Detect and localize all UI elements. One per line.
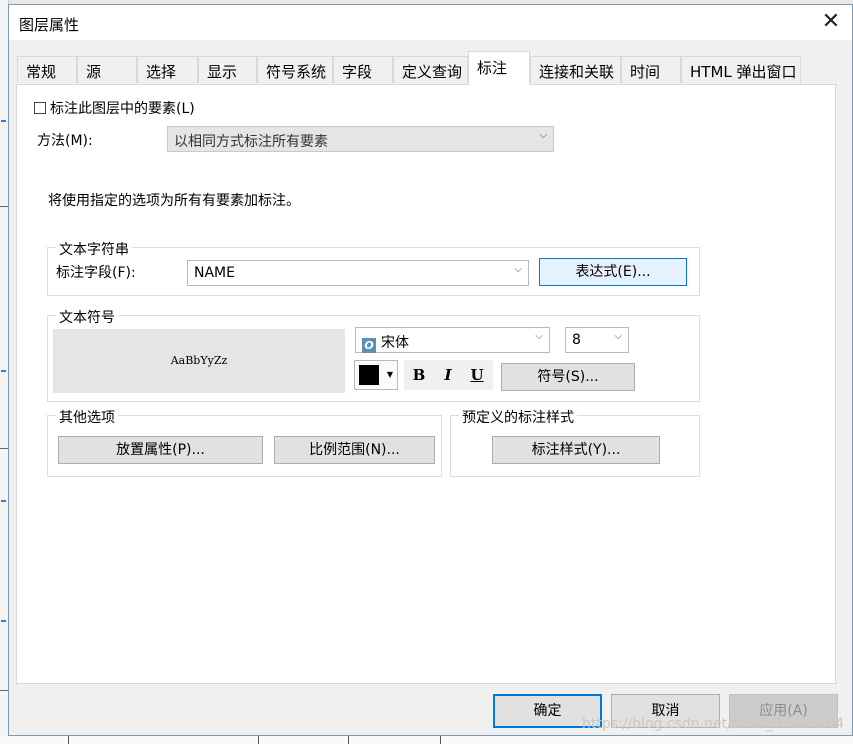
placement-properties-button[interactable]: 放置属性(P)... [58,436,263,464]
map-gridline [348,736,349,744]
map-gridline [258,736,259,744]
tab-display[interactable]: 显示 [198,56,257,83]
label-styles-button[interactable]: 标注样式(Y)... [492,436,660,464]
ruler-tick [0,206,8,207]
tab-definition-query[interactable]: 定义查询 [393,56,468,83]
symbol-preview: AaBbYyZz [53,329,345,393]
map-gridline [440,736,441,744]
title-bar: 图层属性 ✕ [9,5,852,40]
info-text: 将使用指定的选项为所有有要素加标注。 [48,193,300,209]
font-type-icon: O [362,338,376,353]
label-features-checkbox-label: 标注此图层中的要素(L) [50,101,195,117]
expression-button[interactable]: 表达式(E)... [539,258,687,286]
labels-panel: 标注此图层中的要素(L) 方法(M): 以相同方式标注所有要素 ⌵ 将使用指定的… [16,84,836,684]
method-dropdown[interactable]: 以相同方式标注所有要素 ⌵ [167,126,554,152]
italic-button[interactable]: I [437,364,459,386]
other-options-group-title: 其他选项 [56,407,118,427]
other-options-group: 其他选项 放置属性(P)... 比例范围(N)... [47,407,442,477]
tab-fields[interactable]: 字段 [333,56,393,83]
dialog-title: 图层属性 [19,16,80,34]
close-icon[interactable]: ✕ [816,8,846,36]
map-feature [1,370,6,372]
method-label: 方法(M): [37,133,93,149]
checkbox-box[interactable] [34,102,46,114]
underline-button[interactable]: U [466,364,488,386]
label-field-label: 标注字段(F): [56,265,136,281]
label-features-checkbox[interactable]: 标注此图层中的要素(L) [34,98,195,118]
text-symbol-group-title: 文本符号 [56,307,118,327]
map-gridline [68,736,69,744]
color-swatch [359,365,379,385]
chevron-down-icon: ⌵ [614,331,622,342]
map-feature [1,620,6,622]
chevron-down-icon: ⌵ [539,130,547,141]
chevron-down-icon: ⌵ [535,331,543,342]
label-field-dropdown[interactable]: NAME ⌵ [187,260,529,286]
text-string-group-title: 文本字符串 [56,239,132,259]
tab-selection[interactable]: 选择 [137,56,198,83]
scale-range-button[interactable]: 比例范围(N)... [274,436,435,464]
layer-properties-dialog: 图层属性 ✕ 常规 源 选择 显示 符号系统 字段 定义查询 标注 连接和关联 … [8,4,853,736]
map-background-bottom [0,736,853,744]
symbol-button[interactable]: 符号(S)... [501,363,635,391]
ruler-tick [0,690,8,691]
tab-time[interactable]: 时间 [621,56,681,83]
font-size-value: 8 [572,332,581,348]
predefined-styles-group-title: 预定义的标注样式 [459,407,577,427]
tab-symbology[interactable]: 符号系统 [257,56,333,83]
watermark-text: https://blog.csdn.net/sinat_37215184 [582,716,845,732]
label-field-value: NAME [194,265,235,281]
bold-button[interactable]: B [408,364,430,386]
font-value: 宋体 [381,335,409,351]
map-feature [1,500,6,502]
ruler-tick [0,448,8,449]
map-feature [1,120,6,122]
font-dropdown[interactable]: O 宋体 ⌵ [355,327,550,353]
text-string-group: 文本字符串 标注字段(F): NAME ⌵ 表达式(E)... [47,239,700,296]
tab-general[interactable]: 常规 [17,56,77,83]
color-picker[interactable]: ▼ [354,360,398,390]
tab-joins-relates[interactable]: 连接和关联 [530,56,621,83]
tab-html-popup[interactable]: HTML 弹出窗口 [681,56,801,83]
method-value: 以相同方式标注所有要素 [174,134,328,150]
tab-source[interactable]: 源 [77,56,137,83]
chevron-down-icon: ⌵ [514,264,522,275]
dropdown-arrow-icon: ▼ [386,370,393,379]
tab-labels[interactable]: 标注 [468,51,530,85]
predefined-styles-group: 预定义的标注样式 标注样式(Y)... [450,407,700,477]
font-style-buttons: B I U [404,360,493,390]
font-size-dropdown[interactable]: 8 ⌵ [565,327,629,353]
